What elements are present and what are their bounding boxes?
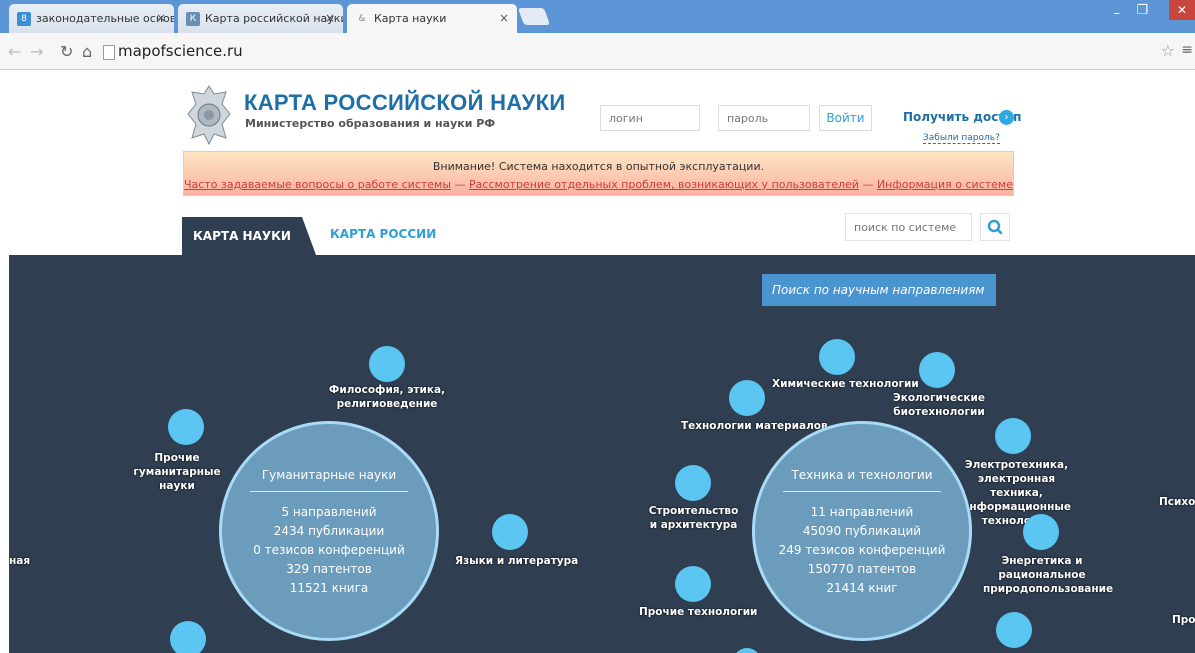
forgot-password-link[interactable]: Забыли пароль? — [923, 133, 1000, 144]
home-icon[interactable]: ⌂ — [82, 42, 92, 61]
separator: — — [862, 178, 874, 191]
problems-link[interactable]: Рассмотрение отдельных проблем, возникаю… — [469, 178, 859, 191]
tab-science-map[interactable]: КАРТА НАУКИ — [182, 217, 316, 255]
cluster-stat: 5 направлений — [281, 505, 377, 519]
node-philosophy[interactable] — [369, 346, 405, 382]
password-input[interactable] — [718, 105, 810, 131]
tab-russia-map[interactable]: КАРТА РОССИИ — [330, 227, 436, 241]
node-label-other-tech: Прочие технологии — [639, 606, 758, 618]
tab-favicon-icon: К — [186, 11, 200, 26]
back-icon[interactable]: ← — [8, 42, 21, 61]
close-tab-icon[interactable]: × — [499, 11, 509, 25]
tab-title: Карта российской науки — [205, 12, 343, 25]
science-directions-search-button[interactable]: Поиск по научным направлениям — [762, 274, 996, 306]
cluster-stat: 329 патентов — [286, 562, 372, 576]
separator: — — [454, 178, 466, 191]
cluster-stat: 2434 публикации — [273, 524, 385, 538]
search-button[interactable] — [980, 213, 1010, 241]
node-other-humanities[interactable] — [168, 409, 204, 445]
faq-link[interactable]: Часто задаваемые вопросы о работе систем… — [184, 178, 451, 191]
browser-tab[interactable]: 8 законодательные основ × — [9, 4, 174, 33]
search-input[interactable] — [845, 213, 972, 241]
bookmark-star-icon[interactable]: ☆ — [1161, 41, 1175, 60]
node-languages[interactable] — [492, 514, 528, 550]
cluster-stat: 45090 публикаций — [802, 524, 922, 538]
forward-icon[interactable]: → — [30, 42, 43, 61]
node-chemical[interactable] — [819, 339, 855, 375]
cluster-title: Гуманитарные науки — [261, 468, 397, 482]
emblem-logo-icon — [187, 85, 231, 146]
cluster-stat: 0 тезисов конференций — [253, 543, 405, 557]
node-label-energy: Энергетика и рациональное природопользов… — [983, 555, 1114, 595]
node-other[interactable] — [170, 621, 206, 653]
minimize-icon[interactable]: – — [1114, 6, 1121, 21]
cluster-stat: 11521 книга — [289, 581, 369, 595]
tab-title: Карта науки — [374, 12, 447, 25]
node-ecological[interactable] — [919, 352, 955, 388]
divider — [250, 491, 408, 492]
browser-tab-bar: 8 законодательные основ × К Карта россий… — [0, 0, 1195, 33]
maximize-icon[interactable]: ❐ — [1136, 3, 1148, 18]
notice-banner: Внимание! Система находится в опытной эк… — [183, 151, 1014, 196]
node-electrical[interactable] — [995, 418, 1031, 454]
cluster-stat: 150770 патентов — [807, 562, 917, 576]
menu-icon[interactable]: ≡ — [1181, 42, 1193, 58]
node-label-left-edge: ная — [9, 555, 31, 567]
cluster-title: Техника и технологии — [791, 468, 933, 482]
science-map[interactable]: Поиск по научным направлениям Философия,… — [9, 255, 1195, 653]
node-other[interactable] — [996, 612, 1032, 648]
node-label-right-edge: Про — [1172, 614, 1195, 626]
node-other[interactable] — [733, 648, 761, 653]
divider — [783, 491, 941, 492]
window-close-icon[interactable]: ✕ — [1169, 0, 1195, 20]
cluster-technics[interactable]: Техника и технологии 11 направлений 4509… — [752, 421, 972, 641]
browser-tab[interactable]: К Карта российской науки × — [178, 4, 343, 33]
login-button[interactable]: Войти — [819, 105, 872, 131]
url-field[interactable]: mapofscience.ru — [118, 42, 243, 60]
system-info-link[interactable]: Информация о системе — [877, 178, 1013, 191]
tab-title: законодательные основ — [36, 12, 174, 25]
node-label-right-edge: Психо — [1159, 496, 1195, 508]
arrow-right-icon[interactable]: › — [999, 110, 1014, 125]
reload-icon[interactable]: ↻ — [60, 42, 73, 61]
new-tab-button[interactable] — [517, 8, 551, 25]
cluster-humanities[interactable]: Гуманитарные науки 5 направлений 2434 пу… — [219, 421, 439, 641]
node-label-languages: Языки и литература — [455, 555, 579, 567]
close-tab-icon[interactable]: × — [156, 11, 166, 25]
node-label-materials: Технологии материалов — [681, 420, 828, 432]
login-input[interactable] — [600, 105, 700, 131]
address-bar: ← → ↻ ⌂ mapofscience.ru ☆ ≡ — [0, 33, 1195, 70]
notice-text: Внимание! Система находится в опытной эк… — [432, 160, 765, 173]
cluster-stat: 249 тезисов конференций — [778, 543, 946, 557]
node-label-ecological: Экологические биотехнологии — [893, 392, 985, 418]
page-icon — [103, 45, 115, 60]
node-energy[interactable] — [1023, 514, 1059, 550]
node-label-philosophy: Философия, этика, религиоведение — [328, 384, 446, 410]
site-header: КАРТА РОССИЙСКОЙ НАУКИ Министерство обра… — [0, 70, 1195, 255]
node-label-other-humanities: Прочие гуманитарные науки — [133, 452, 221, 492]
tab-favicon-icon: 8 — [17, 11, 31, 26]
close-tab-icon[interactable]: × — [325, 11, 335, 25]
node-construction[interactable] — [675, 465, 711, 501]
notice-links: Часто задаваемые вопросы о работе систем… — [184, 178, 1013, 191]
node-label-chemical: Химические технологии — [772, 378, 919, 390]
browser-tab-active[interactable]: & Карта науки × — [347, 4, 517, 33]
site-title[interactable]: КАРТА РОССИЙСКОЙ НАУКИ — [244, 90, 565, 116]
site-subtitle: Министерство образования и науки РФ — [245, 117, 496, 130]
cluster-stat: 21414 книг — [826, 581, 898, 595]
search-icon — [987, 219, 1003, 235]
cluster-stat: 11 направлений — [810, 505, 914, 519]
node-other-tech[interactable] — [675, 566, 711, 602]
node-label-construction: Строительство и архитектура — [648, 505, 739, 531]
tab-favicon-icon: & — [358, 13, 366, 24]
node-label-electrical: Электротехника, электронная техника, инф… — [962, 459, 1071, 527]
node-materials[interactable] — [729, 380, 765, 416]
